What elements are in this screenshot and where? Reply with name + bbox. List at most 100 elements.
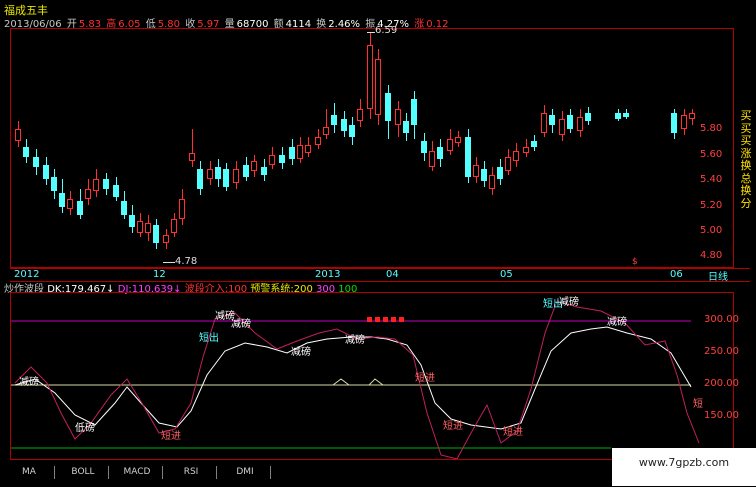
ind-annot-13: 减磅 bbox=[559, 297, 579, 308]
candle-body bbox=[197, 169, 203, 189]
ind-tick-200: 200.00 bbox=[704, 378, 739, 389]
side-btn-1[interactable]: 买 bbox=[738, 109, 754, 123]
candle-body bbox=[689, 113, 695, 119]
date-tick-2013: 2013 bbox=[315, 269, 341, 280]
candle-body bbox=[67, 199, 73, 209]
price-tick-520: 5.20 bbox=[700, 200, 723, 211]
candle-body bbox=[251, 161, 257, 171]
side-btn-3[interactable]: 买 bbox=[738, 134, 754, 148]
candle-body bbox=[179, 199, 185, 219]
tab-dmi[interactable]: DMI bbox=[220, 466, 271, 479]
ind-annot-1: 减磅 bbox=[19, 377, 39, 388]
ind-annot-10: 短进 bbox=[443, 421, 463, 432]
price-chart-panel[interactable]: 6.59 4.78 bbox=[10, 25, 734, 268]
candle-wick bbox=[192, 129, 193, 167]
candle-body bbox=[323, 127, 329, 135]
candle-body bbox=[429, 151, 435, 167]
candle-body bbox=[289, 147, 295, 159]
ind-annot-8: 低磅 bbox=[75, 423, 95, 434]
candle-body bbox=[121, 201, 127, 215]
price-tick-540: 5.40 bbox=[700, 174, 723, 185]
candle-body bbox=[473, 165, 479, 177]
ind-annot-11: 短进 bbox=[503, 427, 523, 438]
candle-body bbox=[671, 113, 677, 133]
candle-body bbox=[375, 59, 381, 115]
candle-body bbox=[513, 151, 519, 161]
high-mark-label: 6.59 bbox=[375, 25, 398, 36]
candle-body bbox=[269, 155, 275, 165]
candle-body bbox=[331, 115, 337, 125]
candle-body bbox=[215, 167, 221, 179]
candle-body bbox=[137, 221, 143, 233]
candle-body bbox=[85, 189, 91, 199]
candle-body bbox=[465, 137, 471, 177]
candle-body bbox=[77, 201, 83, 215]
candle-body bbox=[223, 169, 229, 187]
side-btn-7[interactable]: 换 bbox=[738, 184, 754, 198]
ind-tick-300: 300.00 bbox=[704, 314, 739, 325]
ind-annot-9: 短进 bbox=[161, 431, 181, 442]
candle-body bbox=[567, 115, 573, 129]
candle-body bbox=[523, 147, 529, 153]
candle-body bbox=[153, 225, 159, 243]
tab-macd[interactable]: MACD bbox=[112, 466, 163, 479]
candle-body bbox=[549, 115, 555, 125]
candle-body bbox=[315, 137, 321, 145]
candle-body bbox=[357, 109, 363, 121]
candle-body bbox=[403, 121, 409, 133]
date-tick-05: 05 bbox=[500, 269, 513, 280]
ind-annot-15: 短 bbox=[693, 399, 703, 410]
dj-line bbox=[14, 300, 700, 459]
side-toolbar: 买 买 买 涨 换 总 换 分 bbox=[738, 109, 754, 211]
candle-body bbox=[113, 185, 119, 197]
candle-body bbox=[541, 113, 547, 133]
candle-body bbox=[349, 125, 355, 137]
candle-body bbox=[261, 167, 267, 175]
candle-body bbox=[623, 113, 629, 117]
candle-body bbox=[497, 167, 503, 179]
candle-body bbox=[341, 119, 347, 131]
candle-body bbox=[163, 235, 169, 243]
candle-body bbox=[243, 165, 249, 177]
side-btn-5[interactable]: 换 bbox=[738, 159, 754, 173]
candle-body bbox=[411, 99, 417, 125]
ind-tick-250: 250.00 bbox=[704, 346, 739, 357]
candle-body bbox=[279, 155, 285, 163]
date-tick-04: 04 bbox=[386, 269, 399, 280]
tab-boll[interactable]: BOLL bbox=[58, 466, 109, 479]
candle-body bbox=[93, 179, 99, 191]
tab-rsi[interactable]: RSI bbox=[166, 466, 217, 479]
candle-body bbox=[615, 113, 621, 119]
candle-body bbox=[385, 93, 391, 121]
candle-body bbox=[481, 169, 487, 181]
candle-body bbox=[297, 145, 303, 159]
candle-body bbox=[367, 45, 373, 109]
candle-body bbox=[23, 147, 29, 157]
low-mark-line bbox=[163, 262, 175, 263]
date-tick-12: 12 bbox=[153, 269, 166, 280]
period-tab-daily[interactable]: 日线 bbox=[708, 268, 728, 283]
candle-body bbox=[59, 193, 65, 207]
candle-body bbox=[207, 169, 213, 179]
dollar-icon: $ bbox=[632, 257, 638, 267]
ind-annot-7: 短进 bbox=[415, 373, 435, 384]
candle-body bbox=[233, 169, 239, 183]
candle-body bbox=[577, 117, 583, 131]
watermark: www.7gpzb.com bbox=[612, 448, 756, 486]
side-btn-8[interactable]: 分 bbox=[738, 197, 754, 211]
low-mark-label: 4.78 bbox=[175, 256, 198, 267]
candle-body bbox=[681, 115, 687, 129]
candle-body bbox=[51, 177, 57, 191]
candle-body bbox=[145, 223, 151, 233]
candle-body bbox=[489, 175, 495, 189]
candle-body bbox=[437, 147, 443, 159]
date-tick-2012: 2012 bbox=[14, 269, 40, 280]
warn-bumps bbox=[332, 378, 384, 386]
candle-body bbox=[531, 141, 537, 147]
ind-annot-6: 减磅 bbox=[345, 335, 365, 346]
candle-body bbox=[15, 129, 21, 141]
tab-ma[interactable]: MA bbox=[4, 466, 55, 479]
indicator-panel[interactable]: 减磅 短出 减磅 减磅 减磅 减磅 短进 低磅 短进 短进 短进 短出 减磅 减… bbox=[10, 292, 734, 460]
ind-annot-4: 减磅 bbox=[231, 319, 251, 330]
candle-body bbox=[447, 139, 453, 151]
